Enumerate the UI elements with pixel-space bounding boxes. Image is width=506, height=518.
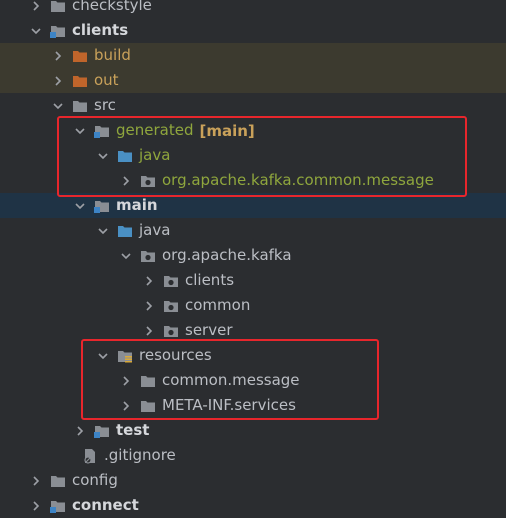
folder-icon (50, 473, 66, 489)
tree-node-main-package[interactable]: org.apache.kafka (0, 243, 506, 268)
node-label: test (116, 421, 150, 439)
module-icon (94, 423, 110, 439)
package-icon (163, 323, 179, 339)
chevron-right-icon[interactable] (30, 0, 42, 12)
chevron-right-icon[interactable] (30, 475, 42, 487)
gitignore-file-icon (82, 448, 98, 464)
folder-icon (72, 98, 88, 114)
resources-folder-icon (117, 348, 133, 364)
tree-node-checkstyle[interactable]: checkstyle (0, 0, 506, 18)
node-label: main (116, 196, 158, 214)
tree-node-gitignore[interactable]: .gitignore (0, 443, 506, 468)
chevron-down-icon[interactable] (97, 225, 109, 237)
node-label: checkstyle (72, 0, 152, 14)
node-label: resources (139, 346, 212, 364)
module-icon (50, 23, 66, 39)
tree-node-generated[interactable]: generated [main] (0, 118, 506, 143)
package-icon (140, 173, 156, 189)
chevron-down-icon[interactable] (30, 25, 42, 37)
node-label: .gitignore (104, 446, 176, 464)
package-icon (163, 273, 179, 289)
chevron-down-icon[interactable] (52, 100, 64, 112)
chevron-right-icon[interactable] (52, 75, 64, 87)
module-icon (94, 198, 110, 214)
folder-icon (140, 398, 156, 414)
package-icon (140, 248, 156, 264)
tree-node-resources[interactable]: resources (0, 343, 506, 368)
package-icon (163, 298, 179, 314)
tree-node-out[interactable]: out (0, 68, 506, 93)
tree-node-main[interactable]: main (0, 193, 506, 218)
tree-node-main-java[interactable]: java (0, 218, 506, 243)
folder-icon (50, 0, 66, 14)
node-label: META-INF.services (162, 396, 296, 414)
tree-node-build[interactable]: build (0, 43, 506, 68)
tree-node-res-common-message[interactable]: common.message (0, 368, 506, 393)
node-label: java (139, 146, 171, 164)
chevron-right-icon[interactable] (143, 325, 155, 337)
node-label: src (94, 96, 116, 114)
chevron-right-icon[interactable] (143, 300, 155, 312)
chevron-right-icon[interactable] (52, 50, 64, 62)
tree-node-clients[interactable]: clients (0, 18, 506, 43)
chevron-right-icon[interactable] (120, 400, 132, 412)
chevron-right-icon[interactable] (30, 500, 42, 512)
excluded-folder-icon (72, 73, 88, 89)
chevron-down-icon[interactable] (97, 150, 109, 162)
node-label: clients (185, 271, 235, 289)
folder-icon (140, 373, 156, 389)
tree-node-src[interactable]: src (0, 93, 506, 118)
node-label: org.apache.kafka (162, 246, 292, 264)
node-label: generated (116, 121, 194, 139)
chevron-right-icon[interactable] (143, 275, 155, 287)
chevron-down-icon[interactable] (120, 250, 132, 262)
node-label: build (94, 46, 131, 64)
source-folder-icon (117, 148, 133, 164)
node-label: common.message (162, 371, 300, 389)
tree-node-test[interactable]: test (0, 418, 506, 443)
node-label: connect (72, 496, 139, 514)
node-label: server (185, 321, 233, 339)
source-set-tag: [main] (199, 121, 255, 140)
chevron-right-icon[interactable] (120, 175, 132, 187)
chevron-right-icon[interactable] (120, 375, 132, 387)
source-folder-icon (117, 223, 133, 239)
chevron-down-icon[interactable] (97, 350, 109, 362)
node-label: config (72, 471, 118, 489)
tree-node-pkg-common[interactable]: common (0, 293, 506, 318)
tree-node-connect[interactable]: connect (0, 493, 506, 518)
chevron-down-icon[interactable] (74, 200, 86, 212)
module-icon (50, 498, 66, 514)
node-label: out (94, 71, 119, 89)
tree-node-config[interactable]: config (0, 468, 506, 493)
node-label: java (139, 221, 171, 239)
tree-node-generated-java[interactable]: java (0, 143, 506, 168)
excluded-folder-icon (72, 48, 88, 64)
chevron-right-icon[interactable] (74, 425, 86, 437)
chevron-down-icon[interactable] (74, 125, 86, 137)
node-label: common (185, 296, 251, 314)
node-label: org.apache.kafka.common.message (162, 171, 434, 189)
tree-node-generated-package[interactable]: org.apache.kafka.common.message (0, 168, 506, 193)
tree-node-res-meta-inf[interactable]: META-INF.services (0, 393, 506, 418)
node-label: clients (72, 21, 129, 39)
module-icon (94, 123, 110, 139)
tree-node-pkg-server[interactable]: server (0, 318, 506, 343)
tree-node-pkg-clients[interactable]: clients (0, 268, 506, 293)
